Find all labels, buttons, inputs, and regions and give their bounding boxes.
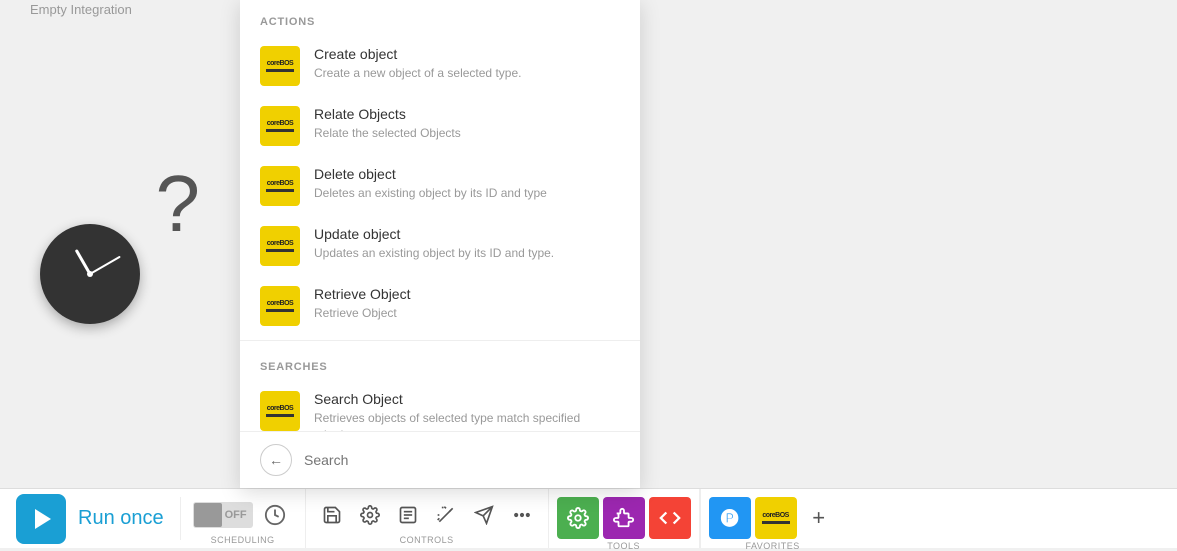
relate-objects-desc: Relate the selected Objects <box>314 125 461 142</box>
save-icon-button[interactable] <box>314 497 350 533</box>
favorites-corebos-button[interactable]: coreBOS <box>755 497 797 539</box>
search-object-title: Search Object <box>314 391 620 407</box>
toggle-knob <box>194 503 222 527</box>
clock-icon <box>40 224 140 324</box>
clock-face <box>45 229 135 319</box>
favorites-blue-button[interactable]: 🅟 <box>709 497 751 539</box>
relate-objects-icon: coreBOS <box>260 106 300 146</box>
scheduling-controls: OFF <box>193 497 293 533</box>
notes-icon-button[interactable] <box>390 497 426 533</box>
actions-dropdown-panel: ACTIONS coreBOS Create object Create a n… <box>240 0 640 488</box>
update-object-desc: Updates an existing object by its ID and… <box>314 245 554 262</box>
action-item-retrieve-object[interactable]: coreBOS Retrieve Object Retrieve Object <box>240 276 640 336</box>
toggle-off-label: OFF <box>225 509 247 521</box>
scheduling-section: OFF SCHEDULING <box>181 489 306 548</box>
search-bar: ← <box>240 431 640 488</box>
retrieve-object-text: Retrieve Object Retrieve Object <box>314 286 410 322</box>
send-icon-button[interactable] <box>466 497 502 533</box>
searches-section-label: SEARCHES <box>240 345 640 381</box>
action-item-update-object[interactable]: coreBOS Update object Updates an existin… <box>240 216 640 276</box>
actions-section-label: ACTIONS <box>240 0 640 36</box>
play-icon <box>35 509 51 529</box>
controls-section: CONTROLS <box>306 489 549 548</box>
divider-searches <box>240 340 640 341</box>
empty-integration-label: Empty Integration <box>30 2 132 17</box>
clock-toolbar-icon[interactable] <box>257 497 293 533</box>
tools-icons <box>557 497 691 539</box>
delete-object-text: Delete object Deletes an existing object… <box>314 166 547 202</box>
pricetag-letter: 🅟 <box>721 505 739 531</box>
tools-red-button[interactable] <box>649 497 691 539</box>
scheduling-toggle[interactable]: OFF <box>193 502 253 528</box>
tools-purple-button[interactable] <box>603 497 645 539</box>
more-icon-button[interactable] <box>504 497 540 533</box>
tools-label: TOOLS <box>607 541 640 551</box>
create-object-icon: coreBOS <box>260 46 300 86</box>
clock-center-dot <box>87 271 93 277</box>
create-object-text: Create object Create a new object of a s… <box>314 46 521 82</box>
delete-object-desc: Deletes an existing object by its ID and… <box>314 185 547 202</box>
action-item-relate-objects[interactable]: coreBOS Relate Objects Relate the select… <box>240 96 640 156</box>
retrieve-object-title: Retrieve Object <box>314 286 410 302</box>
corebos-fav-logo: coreBOS <box>762 512 788 519</box>
illustration-container: ? <box>40 164 200 324</box>
controls-icons <box>314 497 540 533</box>
scheduling-label: SCHEDULING <box>211 535 275 545</box>
magic-wand-icon-button[interactable] <box>428 497 464 533</box>
bottom-toolbar: Run once OFF SCHEDULING <box>0 488 1177 548</box>
update-object-icon: coreBOS <box>260 226 300 266</box>
delete-object-icon: coreBOS <box>260 166 300 206</box>
relate-objects-text: Relate Objects Relate the selected Objec… <box>314 106 461 142</box>
back-button[interactable]: ← <box>260 444 292 476</box>
run-once-section: Run once <box>0 489 180 548</box>
tools-section: TOOLS <box>549 489 700 548</box>
settings-icon-button[interactable] <box>352 497 388 533</box>
favorites-section: 🅟 coreBOS + FAVORITES <box>700 489 845 548</box>
update-object-text: Update object Updates an existing object… <box>314 226 554 262</box>
action-item-create-object[interactable]: coreBOS Create object Create a new objec… <box>240 36 640 96</box>
create-object-desc: Create a new object of a selected type. <box>314 65 521 82</box>
retrieve-object-icon: coreBOS <box>260 286 300 326</box>
favorites-add-button[interactable]: + <box>801 500 837 536</box>
action-item-delete-object[interactable]: coreBOS Delete object Deletes an existin… <box>240 156 640 216</box>
corebos-logo-text: coreBOS <box>267 60 293 67</box>
run-once-button[interactable] <box>16 494 66 544</box>
left-panel: ? <box>0 0 240 488</box>
relate-objects-title: Relate Objects <box>314 106 461 122</box>
search-input[interactable] <box>304 452 620 468</box>
add-icon: + <box>812 505 825 531</box>
search-object-icon: coreBOS <box>260 391 300 431</box>
create-object-title: Create object <box>314 46 521 62</box>
question-mark-icon: ? <box>156 164 201 244</box>
main-area: Empty Integration ? ACTIONS coreBOS <box>0 0 1177 488</box>
favorites-icons: 🅟 coreBOS + <box>709 497 837 539</box>
clock-hand-minute <box>90 256 121 275</box>
corebos-fav-bar <box>762 521 790 524</box>
favorites-label: FAVORITES <box>745 541 799 551</box>
delete-object-title: Delete object <box>314 166 547 182</box>
retrieve-object-desc: Retrieve Object <box>314 305 410 322</box>
corebos-bar <box>266 69 294 72</box>
tools-green-button[interactable] <box>557 497 599 539</box>
update-object-title: Update object <box>314 226 554 242</box>
controls-label: CONTROLS <box>400 535 454 545</box>
run-once-label: Run once <box>78 507 164 530</box>
